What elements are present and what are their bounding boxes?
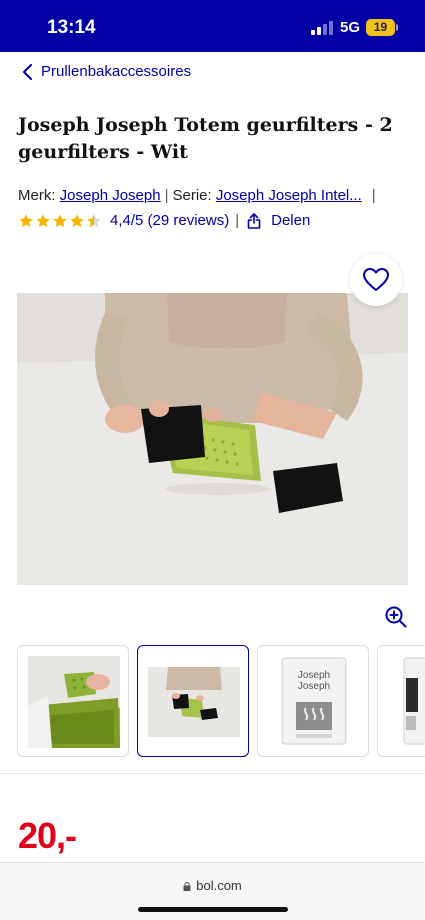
thumbnail-strip[interactable]: Joseph Joseph [17, 645, 425, 757]
status-time: 13:14 [47, 17, 96, 38]
meta-separator: | [164, 187, 169, 204]
thumb-hands-filters[interactable] [137, 645, 249, 757]
package-logo: Joseph [298, 681, 330, 692]
signal-icon [311, 20, 333, 35]
browser-address-bar[interactable]: bol.com [0, 862, 425, 920]
thumb-package-partial[interactable] [377, 645, 425, 757]
rating-link[interactable]: 4,4/5 (29 reviews) [110, 212, 229, 229]
url-field[interactable]: bol.com [0, 878, 425, 893]
zoom-icon[interactable] [384, 605, 408, 629]
price: 20,- [18, 815, 77, 856]
thumb-package[interactable]: Joseph Joseph [257, 645, 369, 757]
star-icon [70, 213, 84, 227]
series-label: Serie: [172, 187, 212, 204]
thumb-package-partial-image [403, 657, 425, 745]
thumb-hands-filters-image [148, 667, 240, 737]
battery-icon: 19 [366, 19, 395, 36]
product-main-image[interactable] [17, 293, 408, 585]
package-logo: Joseph [298, 670, 330, 681]
lock-icon [183, 882, 191, 891]
section-divider [0, 773, 425, 774]
chevron-left-icon [23, 63, 32, 80]
favorite-button[interactable] [350, 254, 402, 306]
thumb-package-image: Joseph Joseph [281, 657, 347, 745]
network-type: 5G [340, 19, 361, 36]
battery-tip [396, 24, 398, 31]
product-meta: Merk: Joseph Joseph | Serie: Joseph Joseph… [18, 187, 380, 204]
breadcrumb[interactable]: Prullenbakaccessoires [22, 63, 191, 80]
rating-separator: | [235, 212, 240, 229]
rating-stars [18, 213, 102, 229]
meta-separator: | [371, 187, 376, 204]
url-text: bol.com [196, 878, 242, 893]
brand-label: Merk: [18, 187, 56, 204]
home-indicator [138, 907, 288, 912]
heart-icon [363, 268, 389, 291]
star-half-icon [87, 213, 101, 227]
status-bar: 13:14 5G 19 [0, 0, 425, 52]
product-photo [17, 293, 408, 585]
star-icon [53, 213, 67, 227]
star-icon [36, 213, 50, 227]
brand-link[interactable]: Joseph Joseph [60, 187, 161, 204]
product-title: Joseph Joseph Totem geurfilters - 2 geur… [18, 114, 393, 163]
rating-row: 4,4/5 (29 reviews) | Delen [18, 212, 310, 229]
share-link[interactable]: Delen [271, 212, 310, 229]
share-icon[interactable] [247, 212, 261, 229]
breadcrumb-label: Prullenbakaccessoires [41, 63, 192, 80]
star-icon [19, 213, 33, 227]
thumb-green-bin[interactable] [17, 645, 129, 757]
thumb-green-bin-image [28, 656, 120, 748]
series-link[interactable]: Joseph Joseph Intel... [216, 187, 362, 204]
